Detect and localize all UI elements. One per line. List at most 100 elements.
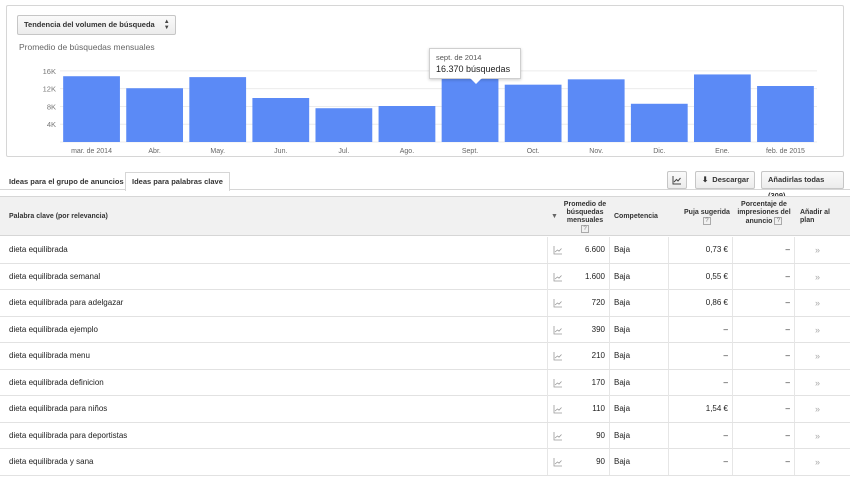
help-icon[interactable]: ? [702, 217, 711, 225]
avg-searches-cell: 1.600 [584, 271, 605, 281]
impression-share-cell: – [785, 324, 790, 334]
avg-searches-cell: 390 [591, 324, 605, 334]
impression-share-cell: – [785, 377, 790, 387]
trend-chart-icon[interactable] [553, 298, 563, 308]
select-arrows-icon: ▲ ▼ [163, 19, 170, 31]
help-icon[interactable]: ? [581, 225, 589, 233]
suggested-bid-cell: – [723, 430, 728, 440]
header-add-line1: Añadir al [800, 209, 830, 216]
y-tick-label: 16K [43, 67, 56, 76]
add-all-button[interactable]: Añadirlas todas (309) [761, 171, 844, 200]
bar-0[interactable] [63, 76, 120, 142]
chart-icon [672, 176, 681, 185]
impression-share-cell: – [785, 457, 790, 466]
bar-3[interactable] [252, 98, 310, 142]
table-row: dieta equilibrada ejemplo 390 Baja – – » [0, 316, 850, 343]
trend-chart-icon[interactable] [553, 325, 563, 335]
avg-searches-cell: 720 [591, 298, 605, 307]
suggested-bid-cell: 0,86 € [705, 298, 728, 307]
bar-chart: 4K 8K 12K 16K mar. de 2014 Abr. May. Jun. Jul. Ag… [43, 67, 817, 155]
avg-searches-cell: 210 [591, 351, 605, 360]
avg-searches-cell: 110 [592, 404, 605, 413]
bar-2[interactable] [189, 77, 247, 142]
trend-chart-icon[interactable] [553, 351, 563, 361]
add-to-plan-icon[interactable]: » [815, 423, 820, 449]
add-to-plan-icon[interactable]: » [815, 317, 820, 343]
x-tick-label: feb. de 2015 [766, 148, 805, 155]
table-row: dieta equilibrada para adelgazar 720 Baja 0… [0, 290, 850, 317]
bar-5[interactable] [378, 106, 436, 142]
sort-arrow-icon[interactable]: ▼ [551, 213, 558, 221]
suggested-bid-cell: – [723, 457, 728, 466]
trend-chart-icon[interactable] [553, 272, 563, 282]
trend-select[interactable]: Tendencia del volumen de búsqueda ▲ ▼ [17, 15, 176, 35]
x-tick-label: Abr. [148, 148, 161, 155]
impression-share-cell: – [785, 271, 790, 281]
competition-cell: Baja [614, 430, 631, 440]
add-to-plan-icon[interactable]: » [815, 264, 820, 290]
trend-chart-icon[interactable] [553, 245, 563, 255]
bar-8[interactable] [567, 79, 625, 142]
x-tick-label: Oct. [527, 148, 540, 155]
add-to-plan-icon[interactable]: » [815, 396, 820, 422]
keyword-cell: dieta equilibrada y sana [9, 457, 94, 466]
bar-11[interactable] [757, 86, 814, 142]
add-to-plan-icon[interactable]: » [815, 343, 820, 369]
keyword-cell: dieta equilibrada para adelgazar [9, 298, 124, 307]
header-competition[interactable]: Competencia [614, 213, 658, 221]
search-volume-chart-panel: Tendencia del volumen de búsqueda ▲ ▼ Pro… [6, 5, 844, 157]
competition-cell: Baja [614, 457, 631, 466]
competition-cell: Baja [614, 377, 631, 387]
tab-ad-group-ideas[interactable]: Ideas para el grupo de anuncios [2, 172, 131, 190]
x-tick-label: Jun. [274, 148, 287, 155]
bar-7[interactable] [504, 84, 562, 142]
header-impression-share[interactable]: Porcentaje de impresiones del anuncio ? [735, 201, 793, 226]
download-button[interactable]: ⬇ Descargar [695, 171, 755, 189]
table-row: dieta equilibrada para deportistas 90 Baja… [0, 422, 850, 449]
x-tick-label: Sept. [462, 148, 478, 155]
impression-share-cell: – [785, 245, 790, 254]
chart-title: Promedio de búsquedas mensuales [19, 42, 155, 52]
avg-searches-cell: 170 [591, 377, 605, 387]
header-suggested-bid[interactable]: Puja sugerida ? [684, 209, 730, 226]
suggested-bid-cell: – [723, 351, 728, 360]
y-tick-label: 4K [47, 120, 56, 129]
header-add-to-plan: Añadir al plan [800, 209, 830, 225]
download-icon: ⬇ [702, 175, 709, 184]
x-tick-label: Ago. [400, 148, 414, 155]
trend-chart-icon[interactable] [553, 431, 563, 441]
bar-1[interactable] [126, 88, 184, 142]
competition-cell: Baja [614, 298, 631, 307]
add-to-plan-icon[interactable]: » [815, 370, 820, 396]
table-header: Palabra clave (por relevancia) ▼ Promedi… [0, 196, 850, 236]
avg-searches-cell: 90 [596, 430, 605, 440]
suggested-bid-cell: 0,73 € [705, 245, 728, 254]
x-tick-label: Jul. [338, 148, 349, 155]
tab-keyword-ideas[interactable]: Ideas para palabras clave [125, 172, 230, 191]
bar-9[interactable] [630, 103, 688, 142]
x-tick-label: Ene. [715, 148, 729, 155]
add-to-plan-icon[interactable]: » [815, 290, 820, 316]
header-share-line2: impresiones del [737, 209, 791, 216]
table-row: dieta equilibrada 6.600 Baja 0,73 € – » [0, 237, 850, 264]
table-row: dieta equilibrada definicion 170 Baja – – » [0, 369, 850, 396]
keyword-cell: dieta equilibrada semanal [9, 271, 101, 281]
header-keyword[interactable]: Palabra clave (por relevancia) [9, 213, 108, 221]
add-to-plan-icon[interactable]: » [815, 449, 820, 475]
bar-10[interactable] [693, 74, 751, 142]
trend-select-label: Tendencia del volumen de búsqueda [24, 20, 155, 29]
header-avg-searches[interactable]: Promedio de búsquedas mensuales ? [563, 201, 607, 234]
keyword-cell: dieta equilibrada definicion [9, 377, 104, 387]
x-tick-label: Nov. [589, 148, 603, 155]
competition-cell: Baja [614, 271, 631, 281]
trend-chart-icon[interactable] [553, 457, 563, 467]
bar-4[interactable] [315, 108, 373, 142]
trend-chart-icon[interactable] [553, 378, 563, 388]
help-icon[interactable]: ? [774, 217, 783, 225]
trend-chart-icon[interactable] [553, 404, 563, 414]
header-share-line1: Porcentaje de [741, 201, 787, 208]
competition-cell: Baja [614, 324, 631, 334]
add-to-plan-icon[interactable]: » [815, 237, 820, 263]
avg-searches-cell: 6.600 [584, 245, 605, 254]
chart-toggle-button[interactable] [667, 171, 687, 189]
